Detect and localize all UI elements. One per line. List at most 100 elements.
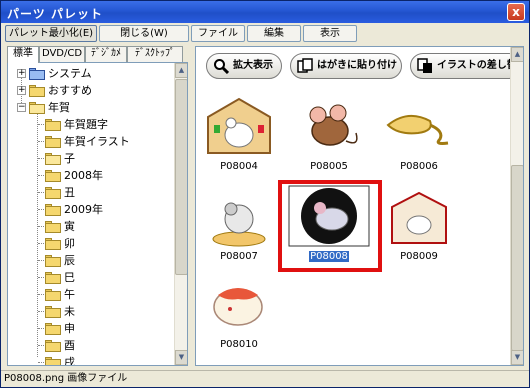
folder-icon [45, 238, 61, 250]
gold-mouse-image [386, 114, 449, 145]
replace-icon [417, 58, 432, 73]
tree-item-label: 丑 [64, 186, 75, 199]
tree-item-label: 未 [64, 305, 75, 318]
open-folder-icon [29, 102, 45, 114]
thumbnail-item[interactable]: P08005 [286, 95, 372, 179]
folder-icon [45, 119, 61, 131]
tree-item-2009[interactable]: 2009年 [8, 201, 176, 218]
paste-to-postcard-label: はがきに貼り付け [317, 60, 397, 71]
tree-item-tora[interactable]: 寅 [8, 218, 176, 235]
scroll-down-icon[interactable]: ▼ [175, 350, 187, 365]
tree-item-tatsu[interactable]: 辰 [8, 252, 176, 269]
thumbnail-item[interactable]: P08010 [196, 273, 282, 357]
tree-item-label: 2009年 [64, 203, 103, 216]
tree-item-label: 寅 [64, 220, 75, 233]
folder-icon [45, 187, 61, 199]
thumbnail-caption: P08010 [220, 339, 258, 350]
folder-icon [45, 204, 61, 216]
daruma-mouse-image [213, 288, 263, 326]
tab-dvd-cd[interactable]: DVD/CD [39, 46, 85, 62]
view-menu-button[interactable]: 表示 [303, 25, 357, 42]
thumbnail-caption: P08006 [400, 161, 438, 172]
tree-item-recommended[interactable]: + おすすめ [8, 82, 176, 99]
scroll-up-icon[interactable]: ▲ [511, 47, 523, 62]
tree-item-label: 年賀題字 [64, 118, 108, 131]
title-bar[interactable]: パーツ パレット x [1, 1, 529, 23]
scroll-up-icon[interactable]: ▲ [175, 63, 187, 78]
close-window-button[interactable]: x [507, 3, 525, 21]
folder-icon [45, 306, 61, 318]
folder-icon [45, 136, 61, 148]
thumbnail-item[interactable]: P08004 [196, 95, 282, 179]
tree-scrollbar[interactable]: ▲ ▼ [174, 63, 187, 365]
tree-item-hitsuji[interactable]: 未 [8, 303, 176, 320]
tree-item-ushi[interactable]: 丑 [8, 184, 176, 201]
tree-item-2008[interactable]: 2008年 [8, 167, 176, 184]
scroll-thumb[interactable] [175, 79, 187, 275]
tree-item-system[interactable]: + システム [8, 65, 176, 82]
expand-icon[interactable]: + [17, 69, 26, 78]
tree-item-label: 2008年 [64, 169, 103, 182]
replace-illust-button[interactable]: イラストの差し替え [410, 53, 523, 79]
folder-tree: + システム + おすすめ − 年賀 年賀題字 年賀イラスト 子 2008年 丑… [7, 62, 188, 366]
folder-icon [45, 221, 61, 233]
scroll-thumb[interactable] [511, 165, 523, 351]
edit-menu-button[interactable]: 編集 [247, 25, 301, 42]
tab-standard[interactable]: 標準 [7, 46, 39, 63]
tree-item-inu[interactable]: 戌 [8, 354, 176, 365]
minimize-palette-button[interactable]: パレット最小化(E) [5, 25, 97, 42]
collapse-icon[interactable]: − [17, 103, 26, 112]
selection-highlight [278, 180, 382, 272]
file-menu-button[interactable]: ファイル [191, 25, 245, 42]
mouse-on-bale-image [212, 202, 266, 247]
tree-item-saru[interactable]: 申 [8, 320, 176, 337]
tree-item-label: 年賀イラスト [64, 135, 130, 148]
tree-item-label: 卯 [64, 237, 75, 250]
folder-icon [45, 289, 61, 301]
folder-icon [29, 85, 45, 97]
tree-item-mi[interactable]: 巳 [8, 269, 176, 286]
zoom-label: 拡大表示 [233, 60, 273, 71]
tree-item-label: 酉 [64, 339, 75, 352]
folder-icon [45, 357, 61, 365]
ema-house-image [391, 191, 447, 244]
ema-mouse-image [207, 97, 271, 154]
zoom-button[interactable]: 拡大表示 [206, 53, 282, 79]
tree-item-u[interactable]: 卯 [8, 235, 176, 252]
tree-item-label: おすすめ [48, 84, 92, 97]
tree-item-label: 子 [64, 152, 75, 165]
thumbnail-caption: P08007 [220, 251, 258, 262]
tree-item-label: 辰 [64, 254, 75, 267]
thumbnail-caption: P08009 [400, 251, 438, 262]
tab-digicam[interactable]: ﾃﾞｼﾞｶﾒ [85, 46, 127, 62]
open-folder-icon [45, 153, 61, 165]
tree-item-ne[interactable]: 子 [8, 150, 176, 167]
parts-view: 拡大表示 はがきに貼り付け イラストの差し替え P08004 P08005 P0… [195, 46, 524, 366]
scroll-down-icon[interactable]: ▼ [511, 350, 523, 365]
tree-item-label: 申 [64, 322, 75, 335]
tree-item-tori[interactable]: 酉 [8, 337, 176, 354]
tree-item-label: 巳 [64, 271, 75, 284]
parts-palette-window: パーツ パレット x パレット最小化(E) 閉じる(W) ファイル 編集 表示 … [0, 0, 530, 388]
thumbnail-item[interactable]: P08009 [376, 185, 462, 269]
folder-icon [45, 340, 61, 352]
parts-scrollbar[interactable]: ▲ ▼ [510, 47, 523, 365]
brown-mouse-image [309, 104, 358, 146]
paste-icon [297, 58, 313, 73]
close-button[interactable]: 閉じる(W) [99, 25, 189, 42]
tree-item-label: 午 [64, 288, 75, 301]
paste-to-postcard-button[interactable]: はがきに貼り付け [290, 53, 402, 79]
tree-item-uma[interactable]: 午 [8, 286, 176, 303]
tree-item-nenga-illust[interactable]: 年賀イラスト [8, 133, 176, 150]
magnifier-icon [214, 59, 229, 74]
expand-icon[interactable]: + [17, 86, 26, 95]
thumbnail-caption: P08004 [220, 161, 258, 172]
thumbnail-item[interactable]: P08006 [376, 95, 462, 179]
tree-item-nenga-title[interactable]: 年賀題字 [8, 116, 176, 133]
thumbnail-item[interactable]: P08007 [196, 185, 282, 269]
tree-item-nenga[interactable]: − 年賀 [8, 99, 176, 116]
tab-desktop[interactable]: ﾃﾞｽｸﾄｯﾌﾟ [127, 46, 183, 62]
folder-icon [45, 170, 61, 182]
thumbnail-caption: P08005 [310, 161, 348, 172]
folder-icon [45, 323, 61, 335]
